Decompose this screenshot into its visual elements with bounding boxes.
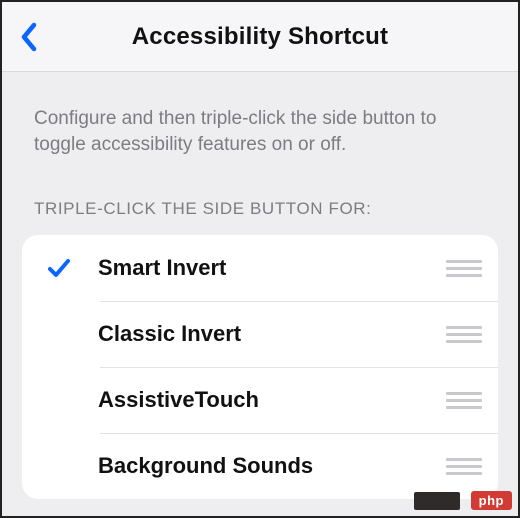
description-text: Configure and then triple-click the side…	[2, 72, 518, 165]
list-item[interactable]: Smart Invert	[22, 235, 498, 301]
list-item[interactable]: Classic Invert	[22, 301, 498, 367]
list-item[interactable]: Background Sounds	[22, 433, 498, 499]
list-item[interactable]: AssistiveTouch	[22, 367, 498, 433]
drag-handle-icon[interactable]	[446, 256, 482, 280]
list-item-label: Classic Invert	[84, 321, 446, 347]
page-title: Accessibility Shortcut	[2, 23, 518, 51]
drag-handle-icon[interactable]	[446, 454, 482, 478]
back-button[interactable]	[14, 17, 44, 57]
watermark-bar	[414, 492, 460, 510]
nav-bar: Accessibility Shortcut	[2, 2, 518, 72]
watermark-label: php	[471, 491, 512, 510]
list-item-label: Background Sounds	[84, 453, 446, 479]
checkmark-icon	[34, 255, 84, 281]
drag-handle-icon[interactable]	[446, 388, 482, 412]
drag-handle-icon[interactable]	[446, 322, 482, 346]
shortcut-list: Smart Invert Classic Invert AssistiveTou…	[22, 235, 498, 499]
list-item-label: AssistiveTouch	[84, 387, 446, 413]
list-item-label: Smart Invert	[84, 255, 446, 281]
chevron-left-icon	[20, 22, 38, 52]
section-header: TRIPLE-CLICK THE SIDE BUTTON FOR:	[2, 165, 518, 229]
